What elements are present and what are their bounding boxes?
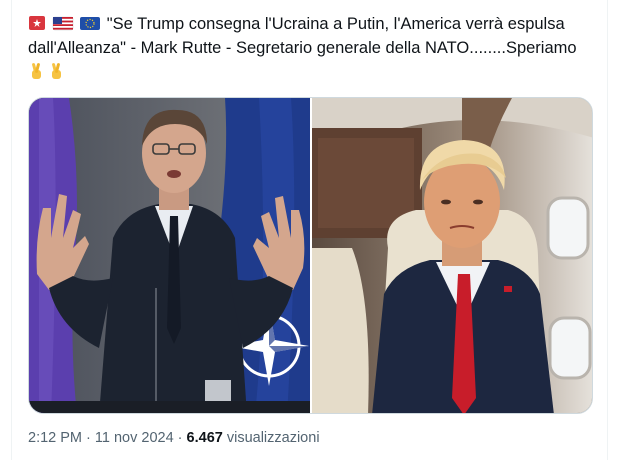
tweet-date[interactable]: 11 nov 2024: [95, 430, 174, 446]
tweet-meta: 2:12 PM · 11 nov 2024 · 6.467 visualizza…: [28, 430, 320, 446]
tweet-text-line1: "Se Trump consegna l'Ucraina a Putin, l'…: [106, 15, 565, 33]
tweet-card[interactable]: "Se Trump consegna l'Ucraina a Putin, l'…: [11, 0, 608, 460]
meta-separator: ·: [82, 430, 95, 446]
media-grid[interactable]: [28, 97, 593, 414]
meta-separator: ·: [173, 430, 187, 446]
views-label: visualizzazioni: [222, 430, 320, 446]
crossed-fingers-emoji: [32, 63, 41, 79]
tweet-time[interactable]: 2:12 PM: [28, 430, 82, 446]
photo-donald-trump[interactable]: [312, 98, 592, 413]
tweet-text-line2: dall'Alleanza" - Mark Rutte - Segretario…: [28, 39, 577, 57]
us-flag-emoji: [52, 16, 73, 31]
photo-mark-rutte[interactable]: [29, 98, 310, 413]
crossed-fingers-emoji: [52, 63, 61, 79]
view-count: 6.467: [186, 430, 223, 446]
eu-flag-emoji: [80, 17, 101, 30]
red-flag-emoji: [29, 16, 45, 30]
tweet-text: "Se Trump consegna l'Ucraina a Putin, l'…: [28, 12, 598, 84]
